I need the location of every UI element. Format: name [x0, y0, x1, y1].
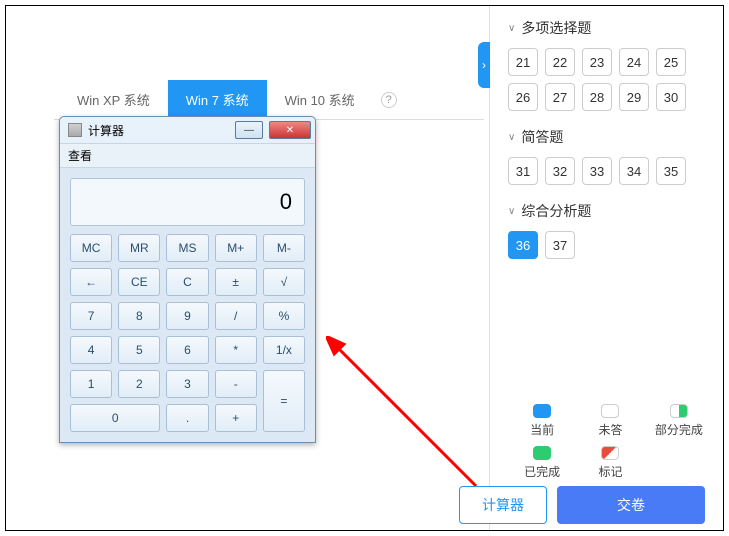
calc-2[interactable]: 2: [118, 370, 160, 398]
calc-8[interactable]: 8: [118, 302, 160, 330]
question-30[interactable]: 30: [656, 83, 686, 111]
calc-c[interactable]: C: [166, 268, 208, 296]
legend-swatch-unanswered: [601, 404, 619, 418]
calc-sub[interactable]: -: [215, 370, 257, 398]
chevron-down-icon: ∨: [508, 206, 515, 217]
question-28[interactable]: 28: [582, 83, 612, 111]
question-36[interactable]: 36: [508, 231, 538, 259]
calc-ms[interactable]: MS: [166, 234, 208, 262]
section-multichoice[interactable]: ∨ 多项选择题: [508, 18, 705, 38]
calculator-button[interactable]: 计算器: [459, 486, 547, 524]
calculator-window: 计算器 — ✕ 查看 0 MC MR MS M+ M- ← CE C ± √: [59, 116, 316, 443]
legend-label: 部分完成: [655, 421, 703, 438]
calculator-titlebar[interactable]: 计算器 — ✕: [60, 117, 315, 143]
question-29[interactable]: 29: [619, 83, 649, 111]
minimize-button[interactable]: —: [235, 121, 263, 139]
question-32[interactable]: 32: [545, 157, 575, 185]
calc-recip[interactable]: 1/x: [263, 336, 305, 364]
calc-mplus[interactable]: M+: [215, 234, 257, 262]
section-shortanswer[interactable]: ∨ 简答题: [508, 127, 705, 147]
tab-win7[interactable]: Win 7 系统: [168, 80, 267, 119]
tab-winxp[interactable]: Win XP 系统: [59, 80, 168, 119]
sidebar-collapse-handle[interactable]: ›: [478, 42, 490, 88]
question-24[interactable]: 24: [619, 48, 649, 76]
question-35[interactable]: 35: [656, 157, 686, 185]
calc-1[interactable]: 1: [70, 370, 112, 398]
question-33[interactable]: 33: [582, 157, 612, 185]
question-37[interactable]: 37: [545, 231, 575, 259]
section-title: 多项选择题: [521, 18, 591, 38]
calculator-display: 0: [70, 178, 305, 226]
calc-3[interactable]: 3: [166, 370, 208, 398]
question-22[interactable]: 22: [545, 48, 575, 76]
legend-label: 已完成: [524, 463, 560, 480]
legend-swatch-current: [533, 404, 551, 418]
calc-mminus[interactable]: M-: [263, 234, 305, 262]
calculator-menu-view[interactable]: 查看: [60, 143, 315, 168]
question-sidebar: › ∨多项选择题 21 22 23 24 25 26 27 28 29 30 ∨…: [489, 6, 723, 530]
calc-pct[interactable]: %: [263, 302, 305, 330]
legend-swatch-done: [533, 446, 551, 460]
close-button[interactable]: ✕: [269, 121, 311, 139]
chevron-down-icon: ∨: [508, 132, 515, 143]
question-25[interactable]: 25: [656, 48, 686, 76]
os-tabs: Win XP 系统 Win 7 系统 Win 10 系统 ?: [54, 80, 484, 120]
calc-eq[interactable]: =: [263, 370, 305, 432]
calc-mc[interactable]: MC: [70, 234, 112, 262]
calc-0[interactable]: 0: [70, 404, 160, 432]
calc-dot[interactable]: .: [166, 404, 208, 432]
tab-win10[interactable]: Win 10 系统: [267, 80, 373, 119]
question-27[interactable]: 27: [545, 83, 575, 111]
calc-9[interactable]: 9: [166, 302, 208, 330]
question-31[interactable]: 31: [508, 157, 538, 185]
question-26[interactable]: 26: [508, 83, 538, 111]
legend-swatch-marked: [601, 446, 619, 460]
calculator-title: 计算器: [88, 122, 229, 139]
legend-label: 标记: [598, 463, 622, 480]
calc-6[interactable]: 6: [166, 336, 208, 364]
question-34[interactable]: 34: [619, 157, 649, 185]
legend: 当前 未答 部分完成 已完成 标记: [508, 404, 713, 480]
section-title: 综合分析题: [521, 201, 591, 221]
calc-5[interactable]: 5: [118, 336, 160, 364]
legend-label: 未答: [598, 421, 622, 438]
calc-back[interactable]: ←: [70, 268, 112, 296]
legend-label: 当前: [530, 421, 554, 438]
legend-swatch-partial: [670, 404, 688, 418]
section-analysis[interactable]: ∨ 综合分析题: [508, 201, 705, 221]
calc-mr[interactable]: MR: [118, 234, 160, 262]
calc-sqrt[interactable]: √: [263, 268, 305, 296]
calc-div[interactable]: /: [215, 302, 257, 330]
calc-mul[interactable]: *: [215, 336, 257, 364]
calc-7[interactable]: 7: [70, 302, 112, 330]
submit-button[interactable]: 交卷: [557, 486, 705, 524]
calculator-icon: [68, 123, 82, 137]
footer-actions: 计算器 交卷: [413, 486, 723, 524]
annotation-arrow: [326, 336, 486, 496]
question-23[interactable]: 23: [582, 48, 612, 76]
question-21[interactable]: 21: [508, 48, 538, 76]
section-title: 简答题: [521, 127, 563, 147]
chevron-down-icon: ∨: [508, 23, 515, 34]
help-icon[interactable]: ?: [381, 92, 397, 108]
calc-4[interactable]: 4: [70, 336, 112, 364]
calc-ce[interactable]: CE: [118, 268, 160, 296]
calculator-keypad: MC MR MS M+ M- ← CE C ± √ 7 8 9 / % 4: [70, 234, 305, 432]
calc-add[interactable]: +: [215, 404, 257, 432]
calc-neg[interactable]: ±: [215, 268, 257, 296]
